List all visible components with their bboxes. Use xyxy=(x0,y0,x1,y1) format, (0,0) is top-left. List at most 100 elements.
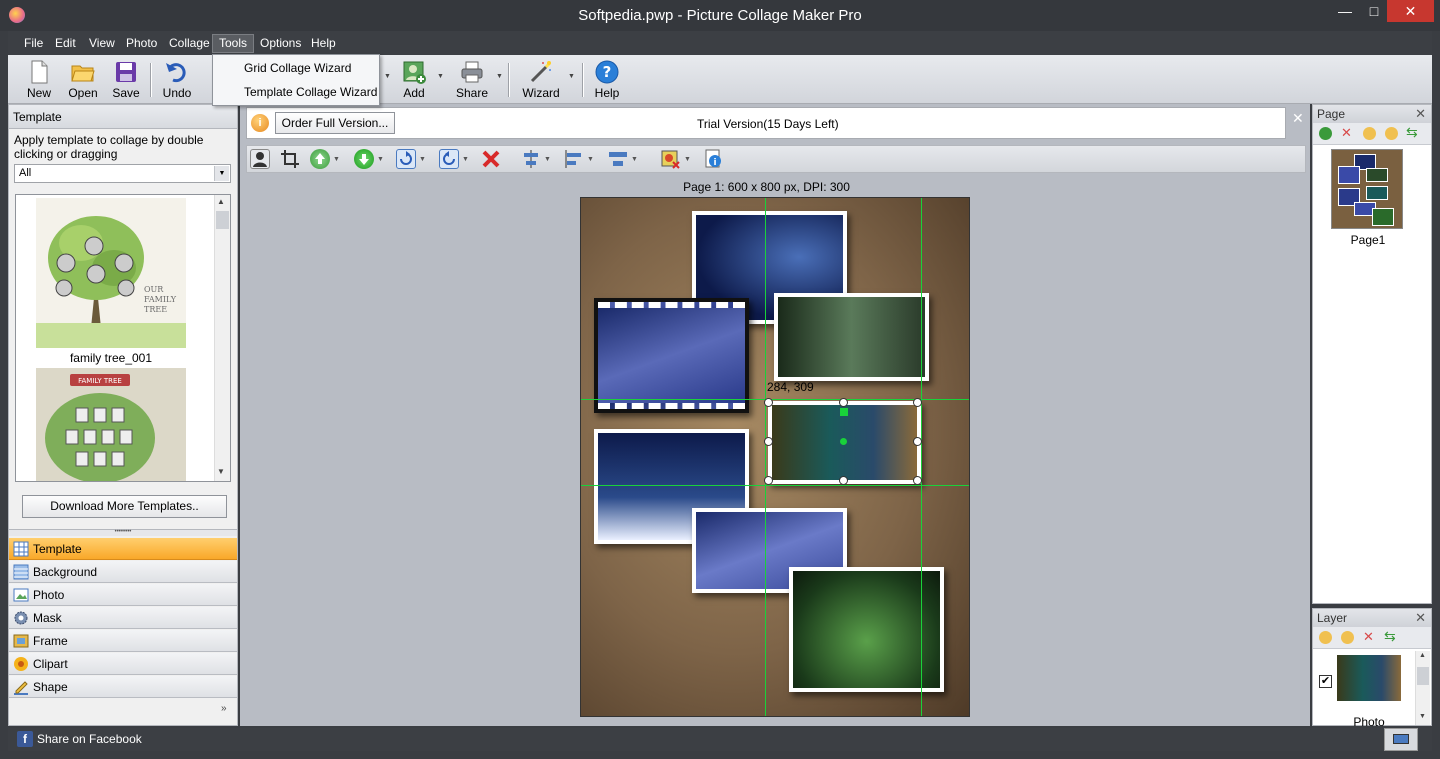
menu-view[interactable]: View xyxy=(83,34,121,53)
layer-up-icon[interactable] xyxy=(1319,631,1332,644)
scroll-thumb[interactable] xyxy=(216,211,229,229)
send-backward-icon[interactable] xyxy=(354,149,374,169)
center-handle[interactable] xyxy=(840,438,847,445)
tab-mask[interactable]: Mask xyxy=(9,607,237,629)
vertical-guide-line[interactable] xyxy=(921,198,922,716)
layer-visibility-checkbox[interactable]: ✔ xyxy=(1319,675,1332,688)
bring-forward-icon[interactable] xyxy=(310,149,330,169)
menu-tools[interactable]: Tools xyxy=(212,34,255,53)
dropdown-arrow[interactable]: ▼ xyxy=(377,156,384,163)
scroll-up-icon[interactable]: ▲ xyxy=(1419,652,1426,659)
share-button[interactable]: Share xyxy=(455,57,489,102)
crop-icon[interactable] xyxy=(280,149,300,169)
menu-help[interactable]: Help xyxy=(305,34,342,53)
new-button[interactable]: New xyxy=(23,57,55,102)
collage-photo[interactable] xyxy=(774,293,929,381)
move-page-up-icon[interactable] xyxy=(1363,127,1376,140)
menu-photo[interactable]: Photo xyxy=(120,34,163,53)
tab-template[interactable]: Template xyxy=(9,538,237,560)
panel-splitter[interactable]: •••••••• xyxy=(9,529,237,536)
rotate-right-icon[interactable] xyxy=(396,149,416,169)
dropdown-arrow[interactable]: ▼ xyxy=(544,156,551,163)
tab-background[interactable]: Background xyxy=(9,561,237,583)
align-left-icon[interactable] xyxy=(564,149,584,169)
rotate-handle[interactable] xyxy=(840,408,848,416)
resize-handle[interactable] xyxy=(913,437,922,446)
move-page-down-icon[interactable] xyxy=(1385,127,1398,140)
template-filter-select[interactable]: All ▼ xyxy=(14,164,231,183)
layer-down-icon[interactable] xyxy=(1341,631,1354,644)
add-page-icon[interactable] xyxy=(1319,127,1332,140)
tab-clipart[interactable]: Clipart xyxy=(9,653,237,675)
share-on-facebook-link[interactable]: Share on Facebook xyxy=(37,732,142,746)
resize-handle[interactable] xyxy=(764,476,773,485)
maximize-button[interactable]: □ xyxy=(1359,0,1389,22)
layer-panel-close-button[interactable]: ✕ xyxy=(1415,610,1426,626)
close-button[interactable]: ✕ xyxy=(1387,0,1434,22)
swap-pages-icon[interactable]: ⇆ xyxy=(1406,124,1418,141)
download-templates-button[interactable]: Download More Templates.. xyxy=(22,495,227,518)
resize-handle[interactable] xyxy=(764,398,773,407)
layer-scrollbar[interactable]: ▲ ▼ xyxy=(1415,651,1430,725)
menu-edit[interactable]: Edit xyxy=(49,34,82,53)
wizard-dropdown-arrow[interactable]: ▼ xyxy=(568,73,575,80)
layer-thumbnail[interactable] xyxy=(1337,655,1401,701)
resize-handle[interactable] xyxy=(913,476,922,485)
facebook-icon[interactable]: f xyxy=(17,731,33,747)
scroll-down-icon[interactable]: ▼ xyxy=(217,467,225,476)
image-effects-icon[interactable] xyxy=(660,149,680,169)
info-bar-close-button[interactable]: ✕ xyxy=(1292,110,1304,127)
wizard-button[interactable]: Wizard xyxy=(521,57,561,102)
page-thumbnail[interactable] xyxy=(1331,149,1403,229)
tab-frame[interactable]: Frame xyxy=(9,630,237,652)
save-button[interactable]: Save xyxy=(110,57,142,102)
properties-info-icon[interactable]: i xyxy=(703,149,723,169)
scroll-down-icon[interactable]: ▼ xyxy=(1419,713,1426,720)
help-button[interactable]: ? Help xyxy=(592,57,622,102)
menu-file[interactable]: File xyxy=(18,34,49,53)
dropdown-arrow[interactable]: ▼ xyxy=(684,156,691,163)
horizontal-guide-line[interactable] xyxy=(581,399,969,400)
resize-handle[interactable] xyxy=(839,476,848,485)
user-silhouette-icon[interactable] xyxy=(250,149,270,169)
share-dropdown-arrow[interactable]: ▼ xyxy=(496,73,503,80)
menu-item-template-collage-wizard[interactable]: Template Collage Wizard xyxy=(213,81,379,103)
dropdown-arrow[interactable]: ▼ xyxy=(419,156,426,163)
horizontal-guide-line[interactable] xyxy=(581,485,969,486)
swap-layers-icon[interactable]: ⇆ xyxy=(1384,628,1396,645)
template-list-scrollbar[interactable]: ▲ ▼ xyxy=(214,195,230,481)
menu-item-grid-collage-wizard[interactable]: Grid Collage Wizard xyxy=(213,57,379,79)
open-button[interactable]: Open xyxy=(65,57,101,102)
scroll-up-icon[interactable]: ▲ xyxy=(217,197,225,206)
delete-icon[interactable] xyxy=(481,149,501,169)
delete-layer-icon[interactable]: ✕ xyxy=(1363,629,1374,645)
template-thumb-family-tree-002[interactable]: FAMILY TREE xyxy=(36,368,186,481)
vertical-guide-line[interactable] xyxy=(765,198,766,716)
more-tabs-chevron-icon[interactable]: » xyxy=(221,703,227,714)
distribute-icon[interactable] xyxy=(608,149,628,169)
collage-photo[interactable] xyxy=(594,298,749,413)
dropdown-arrow[interactable]: ▼ xyxy=(384,73,391,80)
add-button[interactable]: Add xyxy=(398,57,430,102)
dropdown-arrow[interactable]: ▼ xyxy=(333,156,340,163)
dropdown-arrow[interactable]: ▼ xyxy=(587,156,594,163)
resize-handle[interactable] xyxy=(764,437,773,446)
menu-collage[interactable]: Collage xyxy=(163,34,216,53)
order-full-version-button[interactable]: Order Full Version... xyxy=(275,112,395,134)
page-panel-close-button[interactable]: ✕ xyxy=(1415,106,1426,122)
chevron-down-icon[interactable]: ▼ xyxy=(214,166,229,181)
resize-handle[interactable] xyxy=(913,398,922,407)
undo-button[interactable]: Undo xyxy=(161,57,193,102)
scroll-thumb[interactable] xyxy=(1417,667,1429,685)
menu-options[interactable]: Options xyxy=(254,34,307,53)
monitor-icon[interactable] xyxy=(1384,728,1418,751)
add-dropdown-arrow[interactable]: ▼ xyxy=(437,73,444,80)
minimize-button[interactable]: — xyxy=(1330,0,1360,22)
delete-page-icon[interactable]: ✕ xyxy=(1341,125,1352,141)
rotate-left-icon[interactable] xyxy=(439,149,459,169)
tab-shape[interactable]: Shape xyxy=(9,676,237,698)
tab-photo[interactable]: Photo xyxy=(9,584,237,606)
collage-canvas[interactable]: 284, 309 xyxy=(580,197,970,717)
dropdown-arrow[interactable]: ▼ xyxy=(631,156,638,163)
align-center-icon[interactable] xyxy=(521,149,541,169)
